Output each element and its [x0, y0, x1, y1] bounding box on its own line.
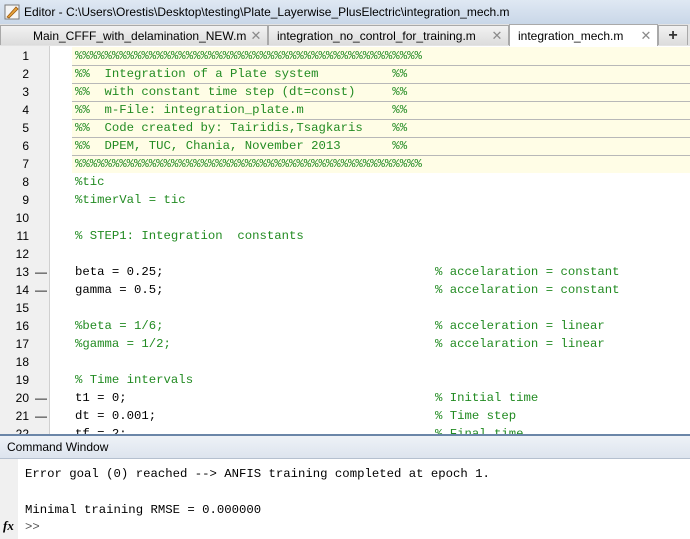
- function-browser-icon[interactable]: fx: [3, 518, 14, 534]
- code-text: % STEP1: Integration constants: [75, 229, 304, 243]
- tab-integration-mech[interactable]: integration_mech.m ✕: [509, 24, 658, 46]
- tab-label: Main_CFFF_with_delamination_NEW.m: [33, 28, 247, 43]
- code-line[interactable]: 11 % STEP1: Integration constants: [0, 227, 690, 245]
- code-line[interactable]: 10: [0, 209, 690, 227]
- window-title: Editor - C:\Users\Orestis\Desktop\testin…: [24, 5, 510, 19]
- command-window-title: Command Window: [7, 440, 109, 454]
- code-line[interactable]: 7%%%%%%%%%%%%%%%%%%%%%%%%%%%%%%%%%%%%%%%…: [0, 155, 690, 173]
- code-line[interactable]: 3 %% with constant time step (dt=const) %…: [0, 83, 690, 101]
- command-prompt[interactable]: >>: [25, 520, 40, 534]
- code-line[interactable]: 12: [0, 245, 690, 263]
- code-line[interactable]: 8 %tic: [0, 173, 690, 191]
- inline-comment: % accelaration = constant: [435, 283, 620, 297]
- code-line[interactable]: 13 — beta = 0.25; % accelaration = constant: [0, 263, 690, 281]
- inline-comment: % Time step: [435, 409, 517, 423]
- code-text: %gamma = 1/2;: [75, 337, 171, 351]
- close-icon[interactable]: ✕: [490, 28, 504, 44]
- line-number: 3: [22, 85, 29, 99]
- code-line[interactable]: 22 — tf = 2; % Final time: [0, 425, 690, 436]
- line-number: 15: [15, 301, 29, 315]
- code-text: %%%%%%%%%%%%%%%%%%%%%%%%%%%%%%%%%%%%%%%%…: [75, 49, 422, 63]
- code-text: %timerVal = tic: [75, 193, 186, 207]
- line-number: 19: [15, 373, 29, 387]
- inline-comment: % accelaration = linear: [435, 337, 605, 351]
- output-line: Error goal (0) reached --> ANFIS trainin…: [25, 467, 490, 481]
- tab-label: integration_mech.m: [518, 28, 624, 43]
- tab-integration-no-control[interactable]: integration_no_control_for_training.m ✕: [268, 25, 509, 45]
- line-number: 7: [22, 157, 29, 171]
- code-text: %% with constant time step (dt=const) %%: [75, 85, 408, 99]
- code-line[interactable]: 2 %% Integration of a Plate system %%: [0, 65, 690, 83]
- code-text: %% Integration of a Plate system %%: [75, 67, 408, 81]
- code-line[interactable]: 17 %gamma = 1/2; % accelaration = linear: [0, 335, 690, 353]
- code-line[interactable]: 18: [0, 353, 690, 371]
- output-line: Minimal training RMSE = 0.000000: [25, 503, 262, 517]
- line-number: 8: [22, 175, 29, 189]
- code-editor[interactable]: 1%%%%%%%%%%%%%%%%%%%%%%%%%%%%%%%%%%%%%%%…: [0, 46, 690, 436]
- tab-label: integration_no_control_for_training.m: [277, 28, 476, 43]
- breakpoint-marker[interactable]: —: [35, 389, 47, 407]
- code-text: tf = 2;: [75, 427, 127, 436]
- code-line[interactable]: 20 — t1 = 0; % Initial time: [0, 389, 690, 407]
- code-line[interactable]: 5 %% Code created by: Tairidis,Tsagkaris …: [0, 119, 690, 137]
- matlab-editor-icon: [4, 4, 20, 20]
- line-number: 12: [15, 247, 29, 261]
- code-text: %% Code created by: Tairidis,Tsagkaris %…: [75, 121, 408, 135]
- code-line[interactable]: 1%%%%%%%%%%%%%%%%%%%%%%%%%%%%%%%%%%%%%%%…: [0, 47, 690, 65]
- code-line[interactable]: 15: [0, 299, 690, 317]
- line-number: 22: [15, 427, 29, 436]
- window-title-bar: Editor - C:\Users\Orestis\Desktop\testin…: [0, 0, 690, 25]
- code-text: %%%%%%%%%%%%%%%%%%%%%%%%%%%%%%%%%%%%%%%%…: [75, 157, 422, 171]
- line-number: 16: [15, 319, 29, 333]
- editor-tab-strip: Main_CFFF_with_delamination_NEW.m ✕ inte…: [0, 24, 690, 47]
- code-text: gamma = 0.5;: [75, 283, 164, 297]
- line-number: 6: [22, 139, 29, 153]
- breakpoint-marker[interactable]: —: [35, 407, 47, 425]
- inline-comment: % acceleration = linear: [435, 319, 605, 333]
- command-window[interactable]: Command Window Error goal (0) reached --…: [0, 436, 690, 539]
- tab-main-cfff[interactable]: Main_CFFF_with_delamination_NEW.m ✕: [0, 25, 268, 45]
- line-number: 10: [15, 211, 29, 225]
- line-number: 5: [22, 121, 29, 135]
- command-window-header: Command Window: [0, 436, 690, 459]
- line-number: 18: [15, 355, 29, 369]
- code-text: dt = 0.001;: [75, 409, 157, 423]
- code-text: %tic: [75, 175, 105, 189]
- code-line[interactable]: 21 — dt = 0.001; % Time step: [0, 407, 690, 425]
- code-text: %% m-File: integration_plate.m %%: [75, 103, 408, 117]
- code-line[interactable]: 14 — gamma = 0.5; % accelaration = constant: [0, 281, 690, 299]
- line-number: 13: [15, 265, 29, 279]
- code-text: %% DPEM, TUC, Chania, November 2013 %%: [75, 139, 408, 153]
- inline-comment: % Initial time: [435, 391, 539, 405]
- add-tab-button[interactable]: +: [658, 25, 688, 45]
- inline-comment: % Final time: [435, 427, 524, 436]
- code-line[interactable]: 16 %beta = 1/6; % acceleration = linear: [0, 317, 690, 335]
- close-icon[interactable]: ✕: [639, 28, 653, 44]
- code-line[interactable]: 9 %timerVal = tic: [0, 191, 690, 209]
- inline-comment: % accelaration = constant: [435, 265, 620, 279]
- breakpoint-marker[interactable]: —: [35, 281, 47, 299]
- breakpoint-marker[interactable]: —: [35, 425, 47, 434]
- close-icon[interactable]: ✕: [249, 28, 263, 44]
- breakpoint-marker[interactable]: —: [35, 263, 47, 281]
- line-number: 11: [16, 229, 29, 243]
- code-text: % Time intervals: [75, 373, 194, 387]
- line-number: 17: [15, 337, 29, 351]
- code-text: beta = 0.25;: [75, 265, 164, 279]
- code-line[interactable]: 4 %% m-File: integration_plate.m %%: [0, 101, 690, 119]
- code-text: t1 = 0;: [75, 391, 127, 405]
- code-line[interactable]: 6 %% DPEM, TUC, Chania, November 2013 %%: [0, 137, 690, 155]
- code-line[interactable]: 19 % Time intervals: [0, 371, 690, 389]
- line-number: 21: [15, 409, 29, 423]
- line-number: 9: [22, 193, 29, 207]
- line-number: 20: [15, 391, 29, 405]
- line-number: 4: [22, 103, 29, 117]
- line-number: 2: [22, 67, 29, 81]
- line-number: 14: [15, 283, 29, 297]
- code-text: %beta = 1/6;: [75, 319, 164, 333]
- line-number: 1: [22, 49, 29, 63]
